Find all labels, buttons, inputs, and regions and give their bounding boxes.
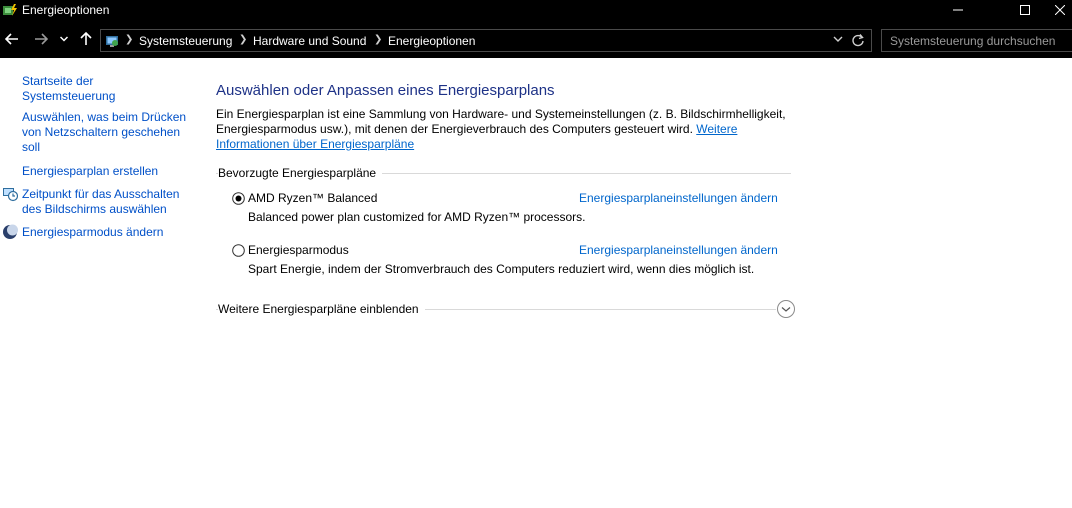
plan-description: Spart Energie, indem der Stromverbrauch …	[248, 262, 755, 276]
plan-name[interactable]: AMD Ryzen™ Balanced	[248, 191, 377, 205]
clock-monitor-icon	[3, 188, 18, 202]
arrow-right-icon	[35, 33, 48, 45]
plan-radio-energiesparmodus[interactable]	[232, 244, 245, 257]
plan-description: Balanced power plan customized for AMD R…	[248, 210, 586, 224]
plan-name[interactable]: Energiesparmodus	[248, 243, 349, 257]
arrow-up-icon	[80, 32, 92, 45]
address-dropdown-icon[interactable]	[833, 35, 843, 43]
address-bar[interactable]: ❯ Systemsteuerung ❯ Hardware und Sound ❯…	[100, 29, 872, 52]
breadcrumb-systemsteuerung[interactable]: Systemsteuerung	[139, 34, 232, 48]
arrow-left-icon	[5, 33, 18, 45]
expand-chevron-icon[interactable]	[776, 299, 796, 319]
recent-locations-button[interactable]	[56, 29, 72, 49]
sidebar-item-energiesparmodus[interactable]: Energiesparmodus ändern	[22, 225, 190, 240]
close-button[interactable]	[1048, 0, 1072, 20]
search-box	[881, 29, 1072, 52]
search-input[interactable]	[890, 33, 1065, 48]
sidebar-item-netzschalter[interactable]: Auswählen, was beim Drücken von Netzscha…	[22, 110, 190, 155]
sidebar-item-bildschirm-ausschalten[interactable]: Zeitpunkt für das Ausschalten des Bildsc…	[22, 187, 190, 217]
sidebar-item-startseite[interactable]: Startseite der Systemsteuerung	[22, 74, 190, 104]
back-button[interactable]	[2, 29, 22, 49]
breadcrumb-separator-icon: ❯	[125, 34, 134, 45]
more-plans-label[interactable]: Weitere Energiesparpläne einblenden	[218, 302, 425, 316]
title-bar: Energieoptionen	[0, 0, 1072, 20]
sidebar-item-plan-erstellen[interactable]: Energiesparplan erstellen	[22, 164, 190, 179]
change-plan-settings-link[interactable]: Energiesparplaneinstellungen ändern	[579, 243, 778, 257]
breadcrumb-separator-icon: ❯	[239, 34, 248, 45]
close-icon	[1055, 5, 1065, 15]
maximize-icon	[1020, 5, 1030, 15]
preferred-plans-label: Bevorzugte Energiesparpläne	[218, 166, 383, 180]
minimize-button[interactable]	[935, 0, 981, 20]
moon-icon	[3, 224, 18, 239]
chevron-down-icon	[60, 36, 68, 42]
forward-button[interactable]	[31, 29, 51, 49]
breadcrumb-hardware-und-sound[interactable]: Hardware und Sound	[253, 34, 366, 48]
power-options-icon	[3, 4, 17, 16]
maximize-button[interactable]	[1002, 0, 1048, 20]
plan-radio-amd-balanced[interactable]	[232, 192, 245, 205]
minimize-icon	[953, 9, 963, 11]
intro-text: Ein Energiesparplan ist eine Sammlung vo…	[216, 107, 791, 152]
control-panel-icon	[106, 36, 118, 47]
change-plan-settings-link[interactable]: Energiesparplaneinstellungen ändern	[579, 191, 778, 205]
refresh-icon[interactable]	[851, 33, 865, 47]
breadcrumb-energieoptionen[interactable]: Energieoptionen	[388, 34, 475, 48]
breadcrumb-separator-icon: ❯	[374, 34, 383, 45]
window-title: Energieoptionen	[22, 3, 110, 17]
page-title: Auswählen oder Anpassen eines Energiespa…	[216, 82, 555, 99]
up-button[interactable]	[76, 29, 96, 49]
